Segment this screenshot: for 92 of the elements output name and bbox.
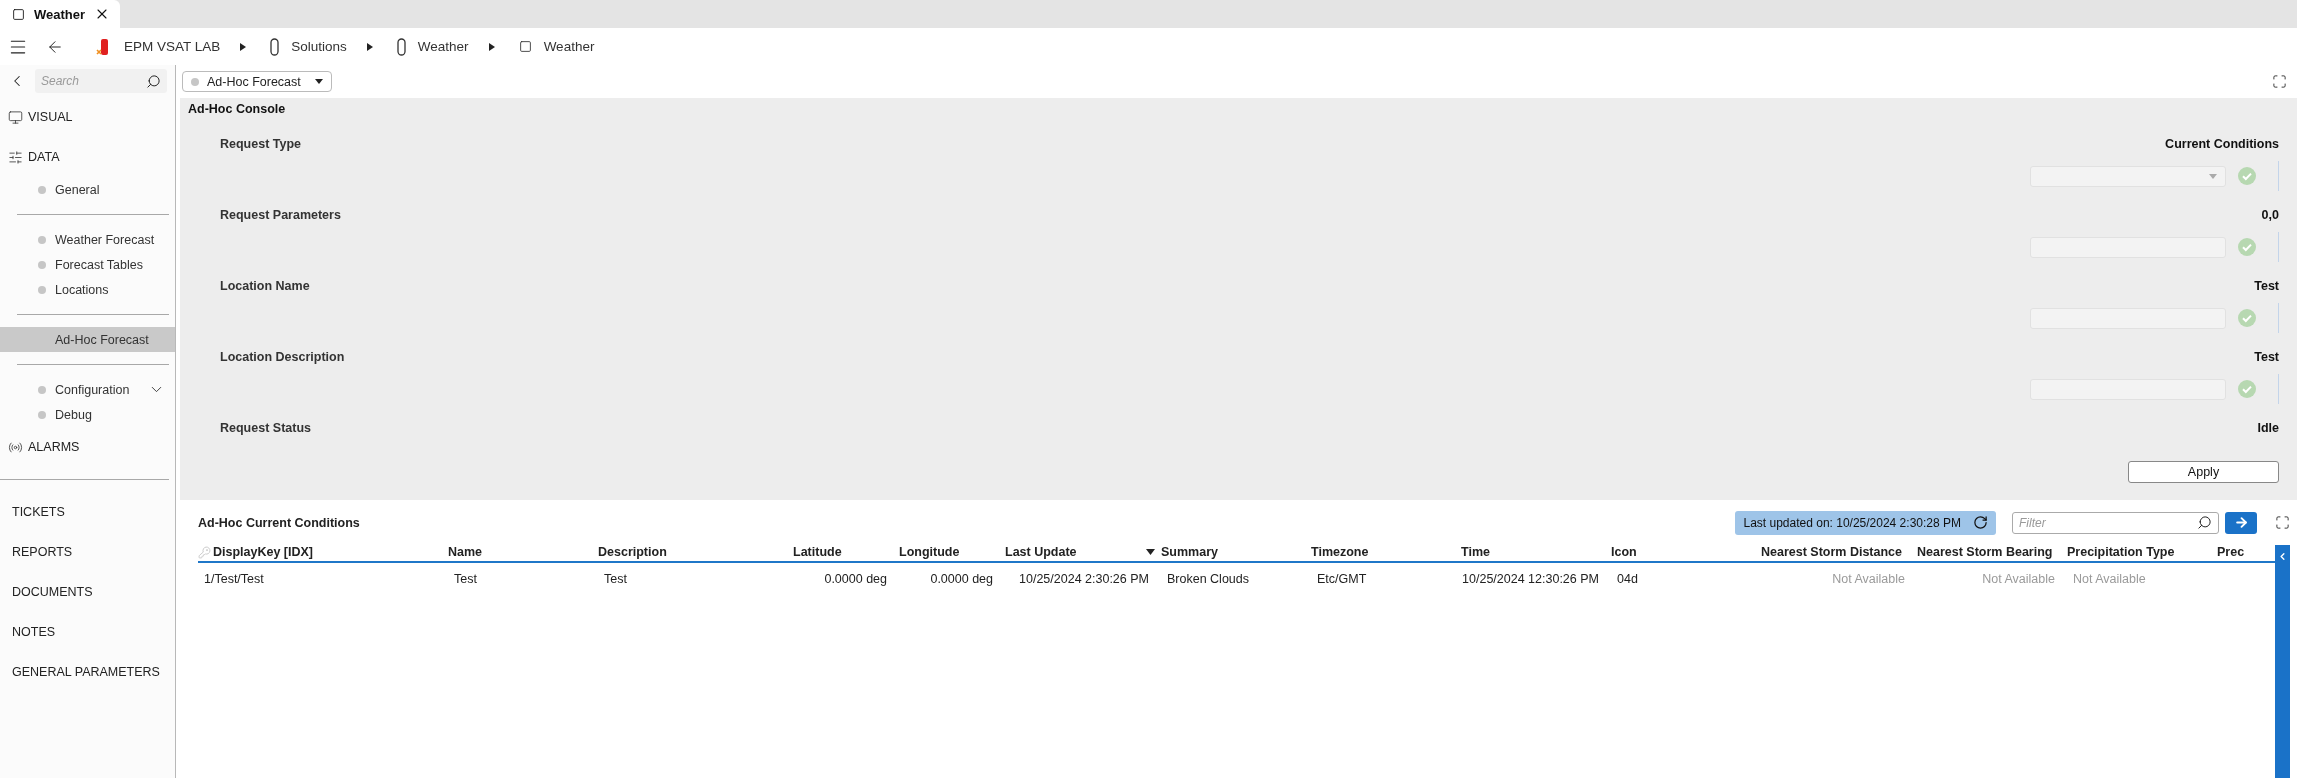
field-value: Idle — [2257, 421, 2279, 435]
column-header[interactable]: Last Update — [1005, 543, 1161, 561]
field-label: Request Parameters — [220, 208, 341, 222]
caret-down-icon — [2209, 173, 2217, 179]
table-cell-text: Test — [453, 571, 478, 588]
column-header[interactable]: Nearest Storm Distance — [1761, 543, 1917, 561]
table-cell-text: 10/25/2024 12:30:26 PM — [1461, 571, 1600, 588]
monitor-icon — [8, 109, 23, 125]
column-header[interactable]: Summary — [1161, 543, 1311, 561]
breadcrumb-link[interactable]: EPM VSAT LAB — [96, 37, 221, 56]
table-cell-text: 0.0000 deg — [929, 571, 994, 588]
column-header[interactable]: Nearest Storm Bearing — [1917, 543, 2067, 561]
table-cell-text: Not Available — [1831, 571, 1906, 588]
square-icon — [518, 40, 532, 53]
caret-down-icon — [315, 79, 323, 84]
panel-title: Ad-Hoc Console — [188, 101, 287, 118]
nav-section[interactable]: VISUAL — [0, 97, 175, 137]
table-cell-text: Not Available — [1981, 571, 2056, 588]
arrow-right-icon — [2233, 515, 2249, 530]
nav-link[interactable]: NOTES — [0, 612, 175, 652]
fullscreen-icon[interactable] — [2275, 515, 2290, 530]
table-cell-text: Not Available — [2072, 571, 2147, 588]
column-header[interactable]: Name — [448, 543, 598, 561]
status-dot — [38, 410, 46, 419]
key-icon — [198, 545, 211, 559]
column-header[interactable]: Prec — [2217, 543, 2275, 561]
search-icon — [146, 73, 161, 89]
status-dot — [38, 285, 46, 294]
column-header[interactable]: Longitude — [899, 543, 1005, 561]
table-cell-text: Etc/GMT — [1316, 571, 1368, 588]
breadcrumb-link[interactable]: Weather — [518, 39, 595, 54]
last-updated-badge[interactable]: Last updated on: 10/25/2024 2:30:28 PM — [1735, 510, 1996, 535]
filter-field[interactable]: Filter — [2012, 511, 2219, 534]
nav-item[interactable]: Debug — [0, 402, 175, 427]
field-value: Current Conditions — [2165, 137, 2279, 151]
square-icon — [12, 7, 25, 21]
column-header[interactable]: Icon — [1611, 543, 1761, 561]
status-dot — [38, 385, 46, 394]
nav-item[interactable]: General — [0, 177, 175, 202]
column-header[interactable]: DisplayKey [IDX] — [198, 543, 448, 561]
field-label: Location Description — [220, 350, 345, 364]
table-cell-text: 1/Test/Test — [203, 571, 265, 588]
caret-right-icon — [366, 42, 373, 51]
table-cell-text: 0.0000 deg — [823, 571, 888, 588]
nav-section[interactable]: DATA — [0, 137, 175, 177]
nav-section[interactable]: ALARMS — [0, 427, 175, 467]
tab[interactable]: Weather — [0, 0, 121, 28]
apply-button[interactable]: Apply — [2128, 461, 2279, 483]
nav-link[interactable]: REPORTS — [0, 532, 175, 572]
column-header[interactable]: Description — [598, 543, 793, 561]
table-cell-text: Test — [603, 571, 628, 588]
nav-link[interactable]: TICKETS — [0, 492, 175, 532]
field-value: 0,0 — [2261, 208, 2279, 222]
column-header[interactable]: Precipitation Type — [2067, 543, 2217, 561]
nav-item[interactable]: Ad-Hoc Forecast — [0, 327, 175, 352]
nav-link[interactable]: GENERAL PARAMETERS — [0, 652, 175, 692]
breadcrumb-link[interactable]: Solutions — [270, 37, 347, 56]
breadcrumb-link[interactable]: Weather — [396, 37, 469, 56]
refresh-icon — [1973, 515, 1988, 530]
caret-right-icon — [488, 42, 495, 51]
table-title: Ad-Hoc Current Conditions — [198, 515, 360, 530]
field-value: Test — [2254, 350, 2279, 364]
sliders-icon — [8, 149, 23, 165]
view-dropdown[interactable]: Ad-Hoc Forecast — [182, 71, 332, 92]
sort-desc-icon — [1146, 549, 1155, 555]
caret-right-icon — [240, 42, 247, 51]
table-cell-text: Broken Clouds — [1166, 571, 1250, 588]
column-header[interactable]: Time — [1461, 543, 1611, 561]
status-dot — [38, 185, 46, 194]
status-dot — [191, 77, 199, 86]
status-dot — [38, 260, 46, 269]
column-header[interactable]: Latitude — [793, 543, 899, 561]
nav-item[interactable]: Configuration — [0, 377, 175, 402]
nav-item[interactable]: Locations — [0, 277, 175, 302]
rounded-bar-icon — [270, 37, 280, 56]
column-header[interactable]: Timezone — [1311, 543, 1461, 561]
nav-item[interactable]: Weather Forecast — [0, 227, 175, 252]
table-cell-text: 10/25/2024 2:30:26 PM — [1018, 571, 1150, 588]
nav-item[interactable]: Forecast Tables — [0, 252, 175, 277]
go-button[interactable] — [2225, 511, 2257, 534]
rounded-bar-icon — [396, 37, 406, 56]
field-label: Location Name — [220, 279, 310, 293]
field-label: Request Type — [220, 137, 302, 151]
field-label: Request Status — [220, 421, 311, 435]
dropdown-field[interactable] — [2030, 165, 2226, 187]
search-icon — [2197, 515, 2212, 530]
field-value: Test — [2254, 279, 2279, 293]
fullscreen-icon[interactable] — [2272, 74, 2287, 89]
status-dot — [38, 235, 46, 244]
table-cell-text: 04d — [1616, 571, 1639, 588]
search-field[interactable]: Search — [35, 69, 167, 93]
nav-link[interactable]: DOCUMENTS — [0, 572, 175, 612]
